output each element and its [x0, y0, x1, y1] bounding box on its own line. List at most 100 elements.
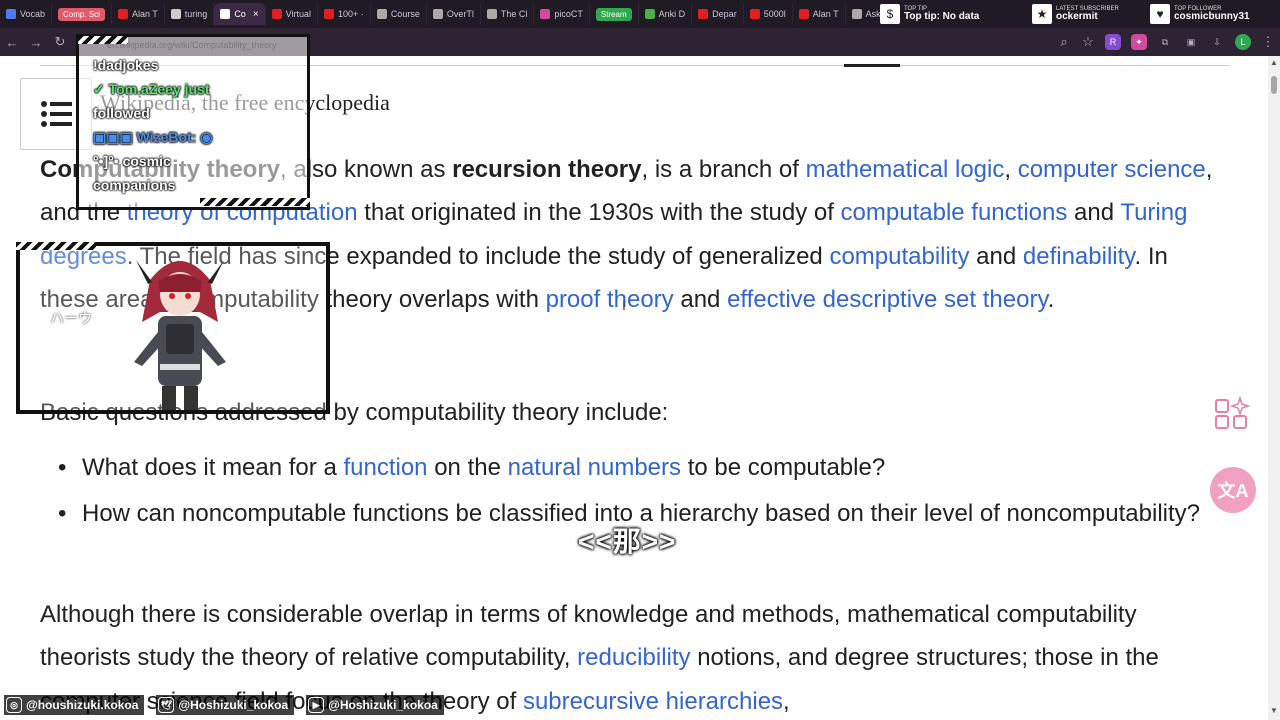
browser-tab[interactable]: Co ×	[214, 3, 266, 25]
scroll-up-arrow-icon[interactable]: ▲	[1270, 58, 1278, 67]
browser-tab[interactable]: 100+ ·	[318, 3, 371, 25]
back-arrow-icon[interactable]: ←	[0, 30, 24, 54]
browser-tab[interactable]: 5000l	[744, 3, 793, 25]
twitter-icon: 🕊	[158, 697, 175, 713]
tab-favicon-icon	[117, 9, 128, 19]
tab-label: turing	[184, 9, 208, 19]
avatar-character	[134, 260, 226, 410]
wiki-link[interactable]: definability	[1023, 243, 1135, 270]
top-tip-value: Top tip: No data	[904, 10, 980, 22]
browser-tab[interactable]: Alan T	[112, 3, 165, 25]
tab-label: Co	[234, 9, 246, 19]
tab-group-label[interactable]: Stream	[595, 7, 632, 21]
tab-group-label[interactable]: Comp. Sci	[58, 7, 105, 21]
tab-favicon-icon	[220, 9, 231, 19]
extension-icon[interactable]: R	[1105, 34, 1121, 50]
tab-favicon-icon	[170, 9, 181, 19]
body-text: .	[1047, 286, 1055, 314]
star-icon: ★	[1032, 4, 1052, 24]
tab-favicon-icon	[486, 9, 497, 19]
browser-tab[interactable]: Depar	[692, 3, 744, 25]
browser-tab[interactable]: Stream	[590, 3, 639, 25]
body-text: to be computable?	[681, 454, 886, 481]
tab-favicon-icon	[324, 9, 335, 19]
hamburger-icon	[41, 101, 72, 127]
puzzle-icon[interactable]: ⧉	[1157, 34, 1173, 50]
wiki-link[interactable]: computer science	[1018, 156, 1206, 183]
chat-line: !dadjokes	[93, 57, 159, 73]
wiki-link[interactable]: mathematical logic	[806, 156, 1005, 183]
wiki-link[interactable]: natural numbers	[508, 454, 681, 481]
browser-tab[interactable]: The Cl	[481, 3, 535, 25]
forward-arrow-icon[interactable]: →	[24, 30, 48, 54]
reload-icon[interactable]: ↻	[48, 30, 72, 54]
browser-tab[interactable]: Virtual	[266, 3, 319, 25]
address-bar-url[interactable]: en.wikipedia.org/wiki/Computability_theo…	[107, 40, 277, 50]
social-links-bar: ◎ @houshizuki.kokoa 🕊 @Hoshizuki_kokoa ▶ @Hos…	[0, 690, 1280, 720]
download-icon[interactable]: ⇩	[1209, 34, 1225, 50]
tab-label: Alan T	[131, 9, 158, 19]
stream-chat-overlay: en.wikipedia.org/wiki/Computability_theo…	[76, 34, 310, 210]
active-tab-underline	[844, 64, 900, 67]
browser-tab[interactable]: turing	[165, 3, 215, 25]
more-menu-icon[interactable]: ⋮	[1256, 30, 1280, 54]
browser-tab[interactable]: Vocab	[0, 3, 53, 25]
browser-tab[interactable]: Alan T	[793, 3, 846, 25]
sidebar-icon[interactable]: ▣	[1183, 34, 1199, 50]
heart-icon: ♥	[1150, 4, 1170, 24]
tab-label: OverTl	[446, 9, 474, 19]
decorative-hatch	[200, 198, 310, 206]
body-text: on the	[427, 454, 508, 481]
chat-line: ✓ Tom.aZeey just	[93, 81, 210, 97]
wiki-link[interactable]: effective descriptive set theory	[727, 286, 1048, 313]
tab-label: Vocab	[20, 9, 46, 19]
tab-label: Anki D	[658, 9, 686, 19]
page-scrollbar[interactable]: ▲ ▼	[1268, 56, 1280, 720]
tab-favicon-icon	[798, 9, 809, 19]
chat-line: °•]°• cosmic	[93, 153, 171, 169]
apps-widget-icon[interactable]	[1214, 396, 1250, 432]
body-text: and	[1067, 199, 1121, 227]
scrollbar-thumb[interactable]	[1271, 76, 1277, 94]
tab-favicon-icon	[749, 9, 760, 19]
social-link: ▶ @Hoshizuki_kokoa	[306, 695, 444, 715]
wiki-link[interactable]: reducibility	[577, 644, 690, 671]
instagram-icon: ◎	[6, 697, 22, 713]
social-link: ◎ @houshizuki.kokoa	[4, 695, 145, 715]
browser-tab[interactable]: Anki D	[639, 3, 693, 25]
body-text: ,	[1004, 156, 1018, 183]
extension-icon[interactable]: ✦	[1131, 34, 1147, 50]
bold-term: recursion theory	[452, 156, 642, 183]
tab-favicon-icon	[851, 9, 862, 19]
tab-label: Virtual	[285, 9, 312, 19]
browser-tab[interactable]: OverTl	[427, 3, 481, 25]
bookmark-star-icon[interactable]: ☆	[1076, 30, 1100, 54]
tab-label: The Cl	[500, 9, 528, 19]
body-text: that originated in the 1930s with the st…	[357, 199, 841, 227]
tab-favicon-icon	[698, 9, 709, 19]
latest-sub-value: ockermit	[1056, 10, 1098, 22]
avatar-side-text: ハーウ	[50, 310, 92, 326]
body-text: , is a branch of	[641, 156, 806, 183]
top-follower-widget: ♥ TOP FOLLOWER cosmicbunny31	[1150, 2, 1250, 26]
browser-tab[interactable]: Comp. Sci	[52, 3, 112, 25]
vtuber-avatar-overlay: ハーウ	[16, 242, 330, 414]
wiki-link[interactable]: computable functions	[841, 199, 1068, 226]
browser-tab[interactable]: picoCT	[534, 3, 590, 25]
top-tip-widget: $ TOP TIP Top tip: No data	[880, 2, 979, 26]
wiki-link[interactable]: proof theory	[546, 286, 674, 313]
tab-favicon-icon	[432, 9, 443, 19]
translate-button[interactable]: 文A	[1210, 467, 1256, 513]
wiki-link[interactable]: computability	[829, 243, 969, 270]
youtube-icon: ▶	[308, 697, 325, 713]
stream-subtitle: <<那>>	[578, 526, 677, 557]
dollar-icon: $	[880, 4, 900, 24]
browser-tab[interactable]: Course	[371, 3, 427, 25]
tab-label: 100+ ·	[338, 9, 364, 19]
tab-close-icon[interactable]: ×	[253, 9, 259, 20]
wiki-link[interactable]: function	[343, 454, 427, 481]
profile-avatar[interactable]: L	[1235, 34, 1251, 50]
zoom-icon[interactable]: ⌕	[1052, 30, 1076, 54]
decorative-hatch	[16, 242, 96, 250]
list-item: What does it mean for a function on the …	[58, 446, 1202, 490]
